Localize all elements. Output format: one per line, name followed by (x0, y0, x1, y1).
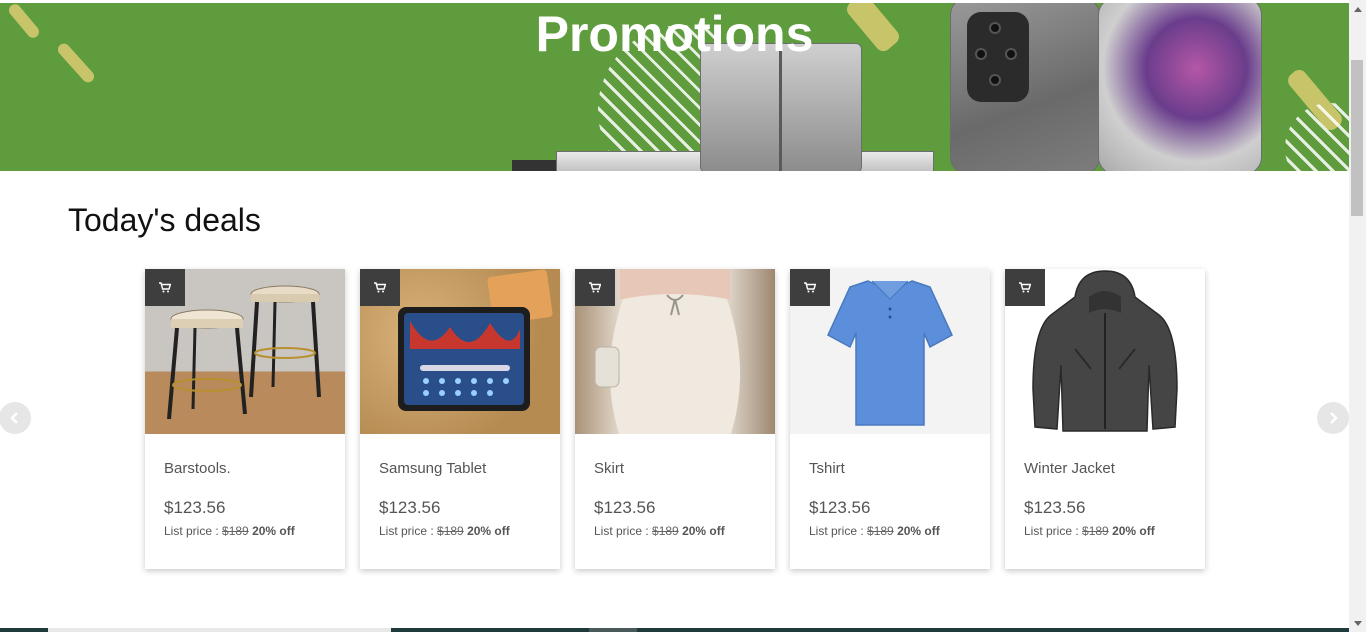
caret-down-icon (1353, 620, 1362, 626)
tv-image (512, 160, 556, 171)
promotions-banner: Promotions (0, 3, 1349, 171)
caret-up-icon (1353, 6, 1362, 12)
carousel-prev-button[interactable] (0, 402, 31, 434)
cart-icon (804, 282, 816, 293)
add-to-cart-button[interactable] (145, 269, 185, 306)
banner-hatch-circle (1285, 103, 1349, 171)
scroll-down-arrow[interactable] (1349, 615, 1366, 632)
product-card[interactable]: Winter Jacket $123.56 List price : $189 … (1005, 269, 1205, 569)
add-to-cart-button[interactable] (360, 269, 400, 306)
cart-icon (159, 282, 171, 293)
scrollbar-thumb[interactable] (1351, 60, 1363, 216)
chevron-left-icon (10, 412, 18, 424)
product-name[interactable]: Tshirt (809, 460, 845, 477)
product-name[interactable]: Skirt (594, 460, 624, 477)
product-card[interactable]: Skirt $123.56 List price : $189 20% off (575, 269, 775, 569)
list-price: List price : $189 20% off (594, 524, 725, 538)
carousel-next-button[interactable] (1317, 402, 1349, 434)
cart-icon (589, 282, 601, 293)
product-price: $123.56 (594, 498, 656, 517)
list-price: List price : $189 20% off (379, 524, 510, 538)
scroll-up-arrow[interactable] (1349, 0, 1366, 17)
list-price: List price : $189 20% off (1024, 524, 1155, 538)
product-name[interactable]: Barstools. (164, 460, 231, 477)
list-price: List price : $189 20% off (809, 524, 940, 538)
product-price: $123.56 (809, 498, 871, 517)
footer-strip (0, 628, 1349, 632)
product-name[interactable]: Samsung Tablet (379, 460, 486, 477)
product-name[interactable]: Winter Jacket (1024, 460, 1115, 477)
product-card[interactable]: Samsung Tablet $123.56 List price : $189… (360, 269, 560, 569)
deals-carousel: Barstools. $123.56 List price : $189 20%… (145, 269, 1205, 569)
banner-title: Promotions (535, 6, 814, 62)
add-to-cart-button[interactable] (575, 269, 615, 306)
product-price: $123.56 (379, 498, 441, 517)
chevron-right-icon (1330, 412, 1338, 424)
product-price: $123.56 (164, 498, 226, 517)
add-to-cart-button[interactable] (1005, 269, 1045, 306)
section-title: Today's deals (68, 202, 261, 238)
add-to-cart-button[interactable] (790, 269, 830, 306)
product-price: $123.56 (1024, 498, 1086, 517)
product-card[interactable]: Barstools. $123.56 List price : $189 20%… (145, 269, 345, 569)
list-price: List price : $189 20% off (164, 524, 295, 538)
product-card[interactable]: Tshirt $123.56 List price : $189 20% off (790, 269, 990, 569)
cart-icon (1019, 282, 1031, 293)
vertical-scrollbar[interactable] (1349, 0, 1366, 632)
cart-icon (374, 282, 386, 293)
